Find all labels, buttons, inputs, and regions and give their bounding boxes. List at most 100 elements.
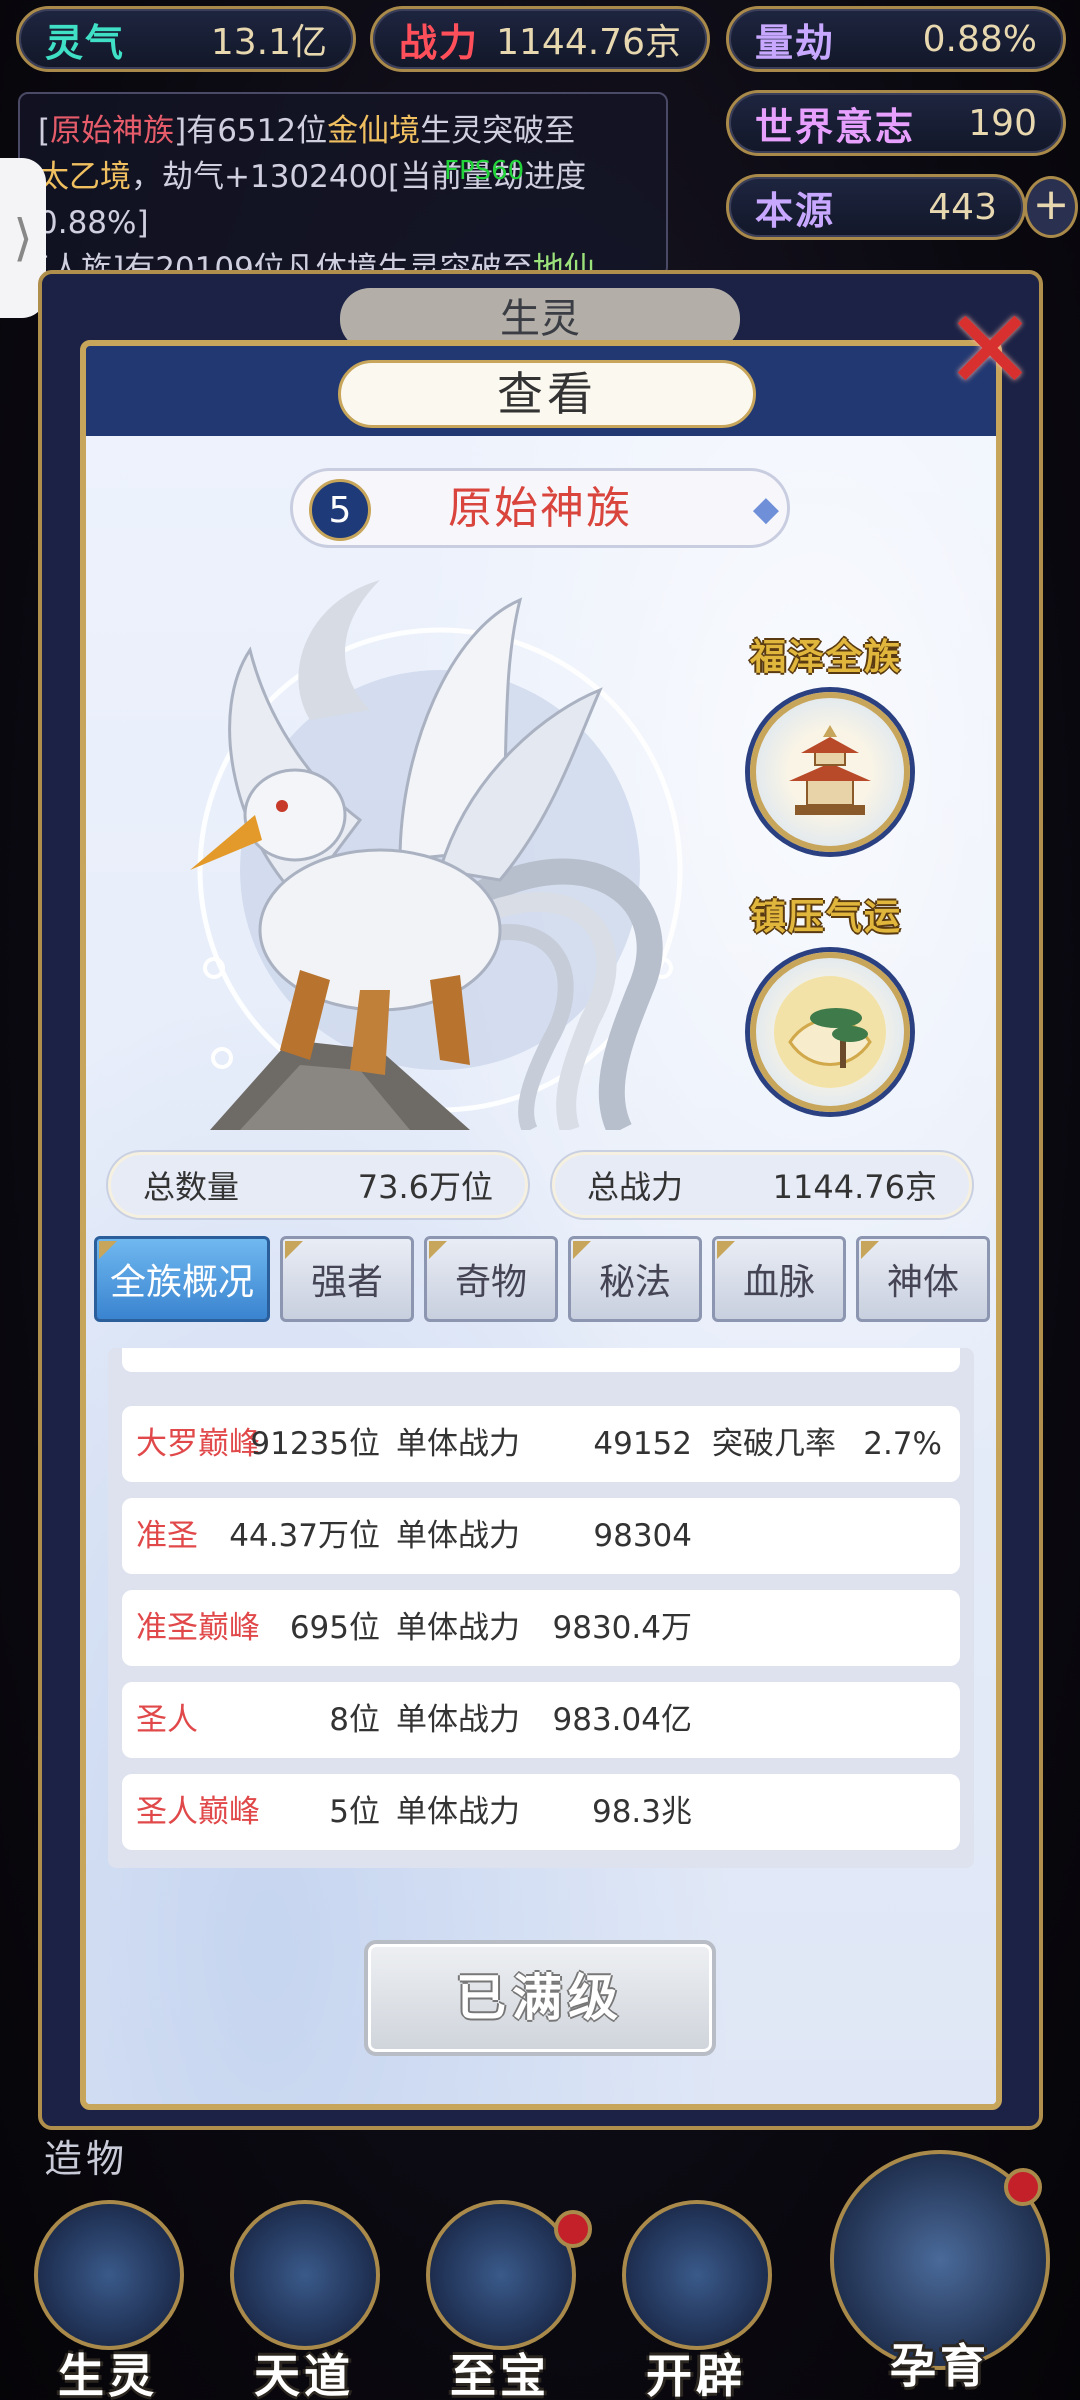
rate-value: 2.7% xyxy=(863,1426,942,1462)
table-row: 准圣 44.37万位 单体战力 98304 xyxy=(122,1498,960,1574)
pine-fortune-icon[interactable] xyxy=(750,952,910,1112)
power-label: 单体战力 xyxy=(396,1702,520,1738)
realm-name: 大罗境 xyxy=(136,1348,229,1372)
treasure-emblem-icon xyxy=(426,2200,576,2350)
diamond-arrow-icon[interactable]: ◆ xyxy=(753,489,779,529)
stat-world-will: 世界意志 190 xyxy=(726,90,1066,156)
phoenix-emblem-icon xyxy=(34,2200,184,2350)
nav-tiandao[interactable]: 天道 xyxy=(216,2200,392,2400)
race-selector[interactable]: 5 原始神族 ◆ xyxy=(290,468,790,548)
log-line: 太乙境，劫气+1302400[当前量劫进度 xyxy=(38,159,587,195)
realm-count: 8位 xyxy=(329,1702,380,1738)
nav-label: 至宝 xyxy=(450,2349,550,2400)
pine-drawing xyxy=(774,976,886,1088)
tab-strong[interactable]: 强者 xyxy=(280,1236,414,1322)
realm-table[interactable]: 大罗境 82884位 单体战力 24576 突破几率 2.7% 大罗巅峰 912… xyxy=(108,1348,974,1868)
chevron-right-icon: ⟩ xyxy=(13,209,33,267)
tab-overview[interactable]: 全族概况 xyxy=(94,1236,270,1322)
realm-name: 圣人巅峰 xyxy=(136,1794,260,1830)
realm-name: 准圣巅峰 xyxy=(136,1610,260,1646)
close-icon: ✕ xyxy=(943,286,1037,414)
table-row: 大罗境 82884位 单体战力 24576 突破几率 2.7% xyxy=(122,1348,960,1372)
stat-label: 灵气 xyxy=(45,20,126,65)
notification-dot xyxy=(1004,2168,1042,2206)
nav-label: 生灵 xyxy=(58,2349,158,2400)
pagoda-drawing xyxy=(789,725,871,815)
notification-dot xyxy=(554,2210,592,2248)
max-level-button[interactable]: 已满级 xyxy=(364,1940,716,2056)
stat-value: 1144.76京 xyxy=(496,22,681,63)
event-log: [原始神族]有6512位金仙境生灵突破至 太乙境，劫气+1302400[当前量劫… xyxy=(18,92,668,277)
power-label: 单体战力 xyxy=(396,1348,520,1372)
nav-yunyu[interactable]: 孕育 xyxy=(820,2150,1060,2400)
total-power-value: 1144.76京 xyxy=(772,1168,937,1206)
dialog-title: 查看 xyxy=(338,360,756,428)
nav-zhibao[interactable]: 至宝 xyxy=(412,2200,592,2400)
table-row: 大罗巅峰 91235位 单体战力 49152 突破几率 2.7% xyxy=(122,1406,960,1482)
stat-liangjie: 量劫 0.88% xyxy=(726,6,1066,72)
fps-counter: FPS60 xyxy=(444,156,525,186)
nav-label: 天道 xyxy=(254,2349,354,2400)
stat-label: 战力 xyxy=(399,20,480,65)
stat-value: 13.1亿 xyxy=(210,22,327,63)
realm-count: 91235位 xyxy=(250,1426,380,1462)
stat-value: 190 xyxy=(968,102,1037,144)
total-count: 总数量 73.6万位 xyxy=(108,1152,528,1218)
tab-divine-body[interactable]: 神体 xyxy=(856,1236,990,1322)
total-count-label: 总数量 xyxy=(143,1168,240,1206)
blessing-label: 福泽全族 xyxy=(750,637,903,678)
realm-count: 44.37万位 xyxy=(229,1518,380,1554)
nav-shengling[interactable]: 生灵 xyxy=(20,2200,196,2400)
tab-bloodline[interactable]: 血脉 xyxy=(712,1236,846,1322)
total-power-label: 总战力 xyxy=(587,1168,684,1206)
flame-emblem-icon xyxy=(622,2200,772,2350)
nav-label: 孕育 xyxy=(890,2339,990,2393)
stat-value: 0.88% xyxy=(922,18,1037,60)
race-name: 原始神族 xyxy=(448,483,632,534)
nav-label: 开辟 xyxy=(646,2349,746,2400)
plus-icon: + xyxy=(1032,179,1070,230)
stat-label: 世界意志 xyxy=(755,104,916,149)
table-row: 准圣巅峰 695位 单体战力 9830.4万 xyxy=(122,1590,960,1666)
realm-name: 圣人 xyxy=(136,1702,198,1738)
realm-name: 准圣 xyxy=(136,1518,198,1554)
power-value: 49152 xyxy=(593,1426,692,1462)
stat-value: 443 xyxy=(928,186,997,228)
power-value: 98304 xyxy=(593,1518,692,1554)
stat-lingqi: 灵气 13.1亿 xyxy=(16,6,356,72)
blessing-label: 镇压气运 xyxy=(750,897,903,938)
power-value: 24576 xyxy=(593,1348,692,1372)
stat-zhanli: 战力 1144.76京 xyxy=(370,6,710,72)
log-line: 0.88%] xyxy=(38,205,149,241)
table-row: 圣人 8位 单体战力 983.04亿 xyxy=(122,1682,960,1758)
nav-kaipi[interactable]: 开辟 xyxy=(608,2200,784,2400)
rate-label: 突破几率 xyxy=(712,1348,836,1372)
power-value: 983.04亿 xyxy=(552,1702,692,1738)
power-value: 9830.4万 xyxy=(552,1610,692,1646)
power-value: 98.3兆 xyxy=(591,1794,692,1830)
tab-treasures[interactable]: 奇物 xyxy=(424,1236,558,1322)
close-button[interactable]: ✕ xyxy=(940,295,1040,405)
realm-name: 大罗巅峰 xyxy=(136,1426,260,1462)
stat-label: 本源 xyxy=(755,188,836,233)
create-label[interactable]: 造物 xyxy=(44,2128,128,2183)
power-label: 单体战力 xyxy=(396,1426,520,1462)
rate-label: 突破几率 xyxy=(712,1426,836,1462)
stat-benyuan: 本源 443 xyxy=(726,174,1026,240)
power-label: 单体战力 xyxy=(396,1610,520,1646)
total-count-value: 73.6万位 xyxy=(357,1168,493,1206)
pagoda-icon[interactable] xyxy=(750,692,910,852)
power-label: 单体战力 xyxy=(396,1518,520,1554)
realm-count: 5位 xyxy=(329,1794,380,1830)
creature-illustration xyxy=(190,580,683,1130)
tab-secret-arts[interactable]: 秘法 xyxy=(568,1236,702,1322)
log-line: [原始神族]有6512位金仙境生灵突破至 xyxy=(38,113,576,149)
power-label: 单体战力 xyxy=(396,1794,520,1830)
add-benyuan-button[interactable]: + xyxy=(1024,176,1078,238)
category-tabs: 全族概况 强者 奇物 秘法 血脉 神体 xyxy=(94,1236,990,1322)
realm-count: 695位 xyxy=(289,1610,380,1646)
stat-label: 量劫 xyxy=(755,20,836,65)
table-row: 圣人巅峰 5位 单体战力 98.3兆 xyxy=(122,1774,960,1850)
swirl-emblem-icon xyxy=(230,2200,380,2350)
total-power: 总战力 1144.76京 xyxy=(552,1152,972,1218)
